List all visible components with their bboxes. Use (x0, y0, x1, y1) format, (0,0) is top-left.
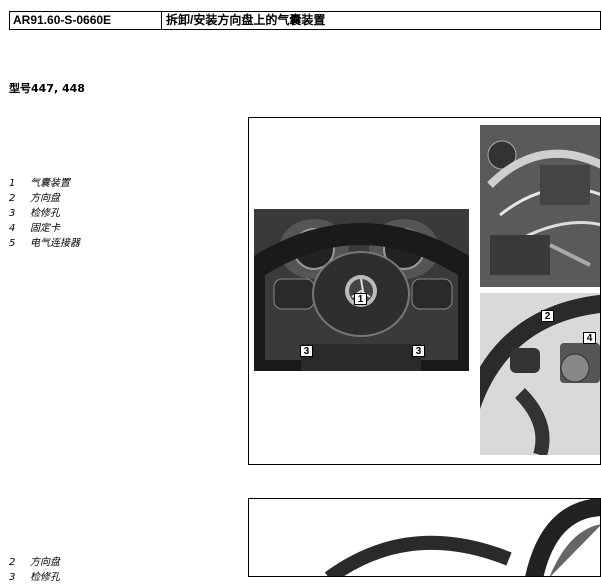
callout-3-right: 3 (412, 345, 425, 357)
photo-steering-wheel-front (254, 209, 469, 371)
figure-frame-1: 1 3 3 2 4 (248, 117, 601, 465)
legend-item: 5 电气连接器 (9, 238, 80, 249)
legend-list-2: 2 方向盘 3 检修孔 (9, 555, 60, 585)
figure-frame-2 (248, 498, 601, 577)
callout-2: 2 (541, 310, 554, 322)
callout-4: 4 (583, 332, 596, 344)
callout-3-left: 3 (300, 345, 313, 357)
document-code: AR91.60-S-0660E (10, 12, 162, 29)
photo-airbag-removed (480, 125, 600, 287)
callout-1: 1 (354, 293, 367, 305)
photo-steering-wheel-second (249, 499, 600, 576)
legend-item: 3 检修孔 (9, 208, 60, 219)
legend-item: 2 方向盘 (9, 557, 60, 568)
legend-item: 2 方向盘 (9, 193, 60, 204)
legend-item: 3 检修孔 (9, 572, 60, 583)
document-title: 拆卸/安装方向盘上的气囊装置 (166, 13, 326, 27)
document-header: AR91.60-S-0660E 拆卸/安装方向盘上的气囊装置 (9, 11, 601, 30)
legend-item: 4 固定卡 (9, 223, 60, 234)
model-line: 型号447, 448 (9, 82, 85, 95)
legend-list-1: 1 气囊装置 2 方向盘 3 检修孔 4 固定卡 5 电气连接器 (9, 176, 80, 251)
legend-item: 1 气囊装置 (9, 178, 70, 189)
